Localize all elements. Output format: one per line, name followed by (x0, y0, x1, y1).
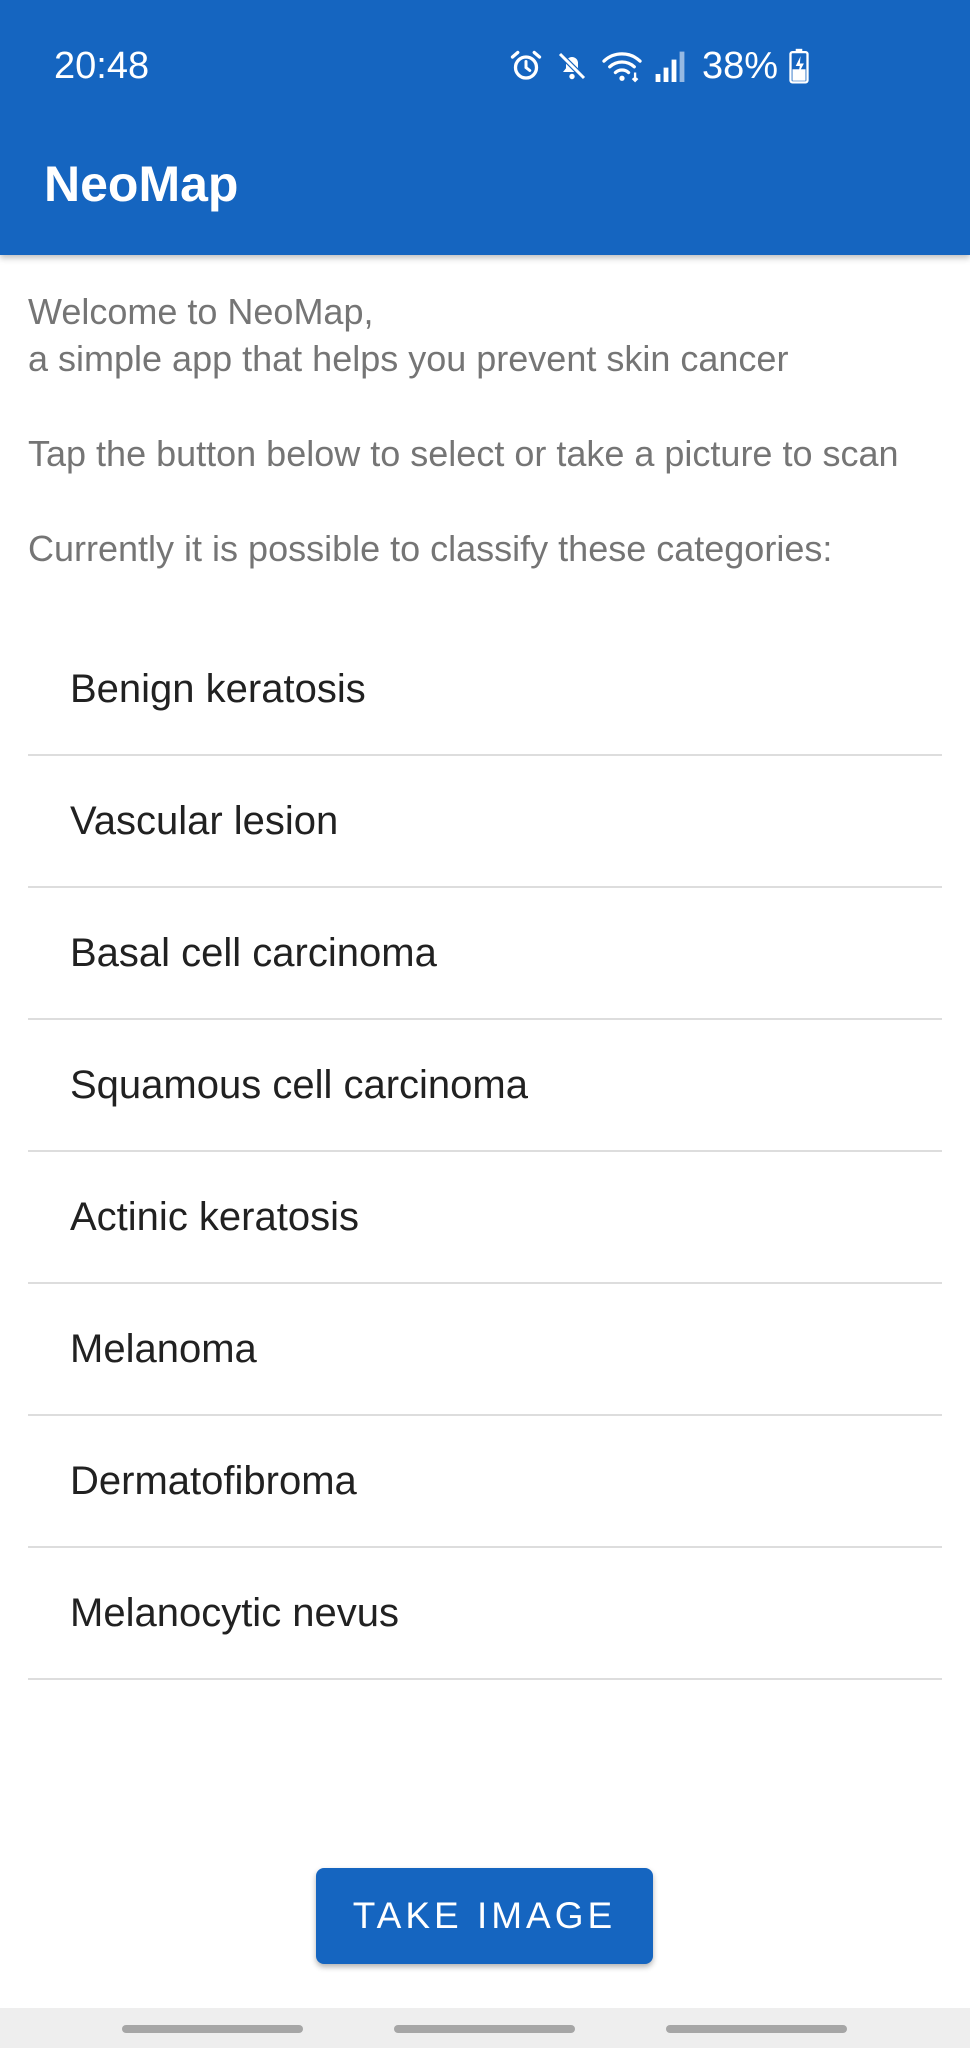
navigation-bar (0, 2008, 970, 2048)
welcome-text: Welcome to NeoMap, a simple app that hel… (28, 291, 789, 379)
battery-percent: 38% (701, 45, 778, 87)
alarm-icon (508, 48, 544, 84)
category-item-actinic-keratosis: Actinic keratosis (28, 1152, 942, 1284)
intro-text: Welcome to NeoMap, a simple app that hel… (28, 288, 948, 572)
category-item-dermatofibroma: Dermatofibroma (28, 1416, 942, 1548)
category-item-melanoma: Melanoma (28, 1284, 942, 1416)
status-time: 20:48 (54, 45, 150, 87)
nav-home-handle[interactable] (394, 2025, 575, 2033)
battery-icon (788, 48, 810, 84)
status-icons: 38% (508, 42, 810, 90)
categories-heading: Currently it is possible to classify the… (28, 528, 833, 569)
category-item-squamous-cell-carcinoma: Squamous cell carcinoma (28, 1020, 942, 1152)
signal-icon (654, 48, 686, 84)
app-bar: 20:48 38% NeoMap (0, 0, 970, 255)
instruction-text: Tap the button below to select or take a… (28, 433, 899, 474)
category-item-vascular-lesion: Vascular lesion (28, 756, 942, 888)
wifi-icon (600, 48, 644, 84)
nav-recents-handle[interactable] (122, 2025, 303, 2033)
mute-icon (554, 48, 590, 84)
category-item-basal-cell-carcinoma: Basal cell carcinoma (28, 888, 942, 1020)
app-title: NeoMap (44, 156, 239, 212)
category-list: Benign keratosis Vascular lesion Basal c… (28, 624, 942, 1680)
take-image-button[interactable]: TAKE IMAGE (316, 1868, 653, 1964)
nav-back-handle[interactable] (666, 2025, 847, 2033)
category-item-melanocytic-nevus: Melanocytic nevus (28, 1548, 942, 1680)
category-item-benign-keratosis: Benign keratosis (28, 624, 942, 756)
